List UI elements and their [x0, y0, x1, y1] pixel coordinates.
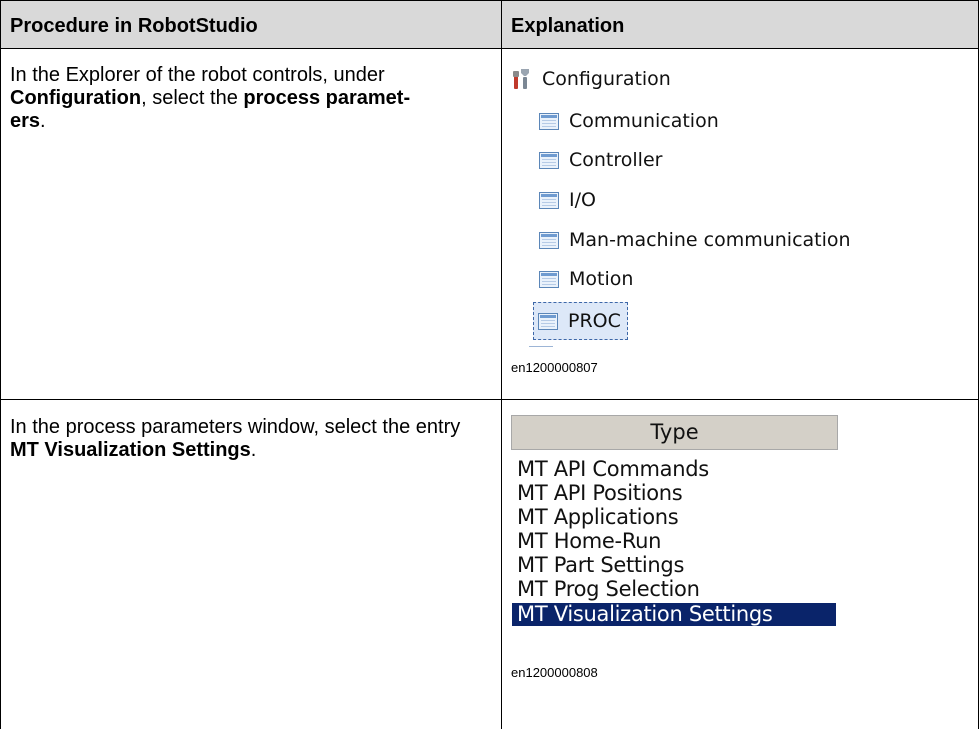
table-icon — [539, 270, 559, 288]
table-column-divider — [501, 0, 502, 729]
tree-item-label: Communication — [569, 110, 719, 132]
table-header-divider — [0, 48, 979, 49]
figure-caption: en1200000808 — [511, 665, 598, 680]
table-row-divider — [0, 399, 979, 400]
table-icon — [539, 151, 559, 169]
table-icon — [538, 312, 558, 330]
table-icon — [539, 112, 559, 130]
tree-node-label: Configuration — [542, 68, 671, 90]
list-item[interactable]: MT Home-Run — [517, 530, 661, 553]
configuration-tools-icon — [513, 69, 529, 89]
tree-item-io[interactable]: I/O — [539, 184, 596, 216]
row2-procedure-text: In the process parameters window, select… — [10, 416, 461, 461]
list-item[interactable]: MT Applications — [517, 506, 679, 529]
table-border-top — [0, 0, 979, 1]
list-item[interactable]: MT Prog Selection — [517, 578, 700, 601]
list-column-header[interactable]: Type — [511, 415, 838, 450]
tree-node-configuration[interactable]: Configuration — [511, 63, 671, 95]
tree-connector — [529, 346, 553, 347]
tree-item-label: I/O — [569, 189, 596, 211]
tree-item-man-machine-communication[interactable]: Man-machine communication — [539, 224, 851, 256]
tree-item-label: Man-machine communication — [569, 229, 851, 251]
tree-item-motion[interactable]: Motion — [539, 263, 633, 295]
list-item-selected[interactable]: MT Visualization Settings — [512, 603, 836, 626]
tree-item-proc[interactable]: PROC — [533, 302, 628, 340]
tree-item-label: Controller — [569, 149, 663, 171]
header-procedure: Procedure in RobotStudio — [10, 15, 258, 37]
header-explanation: Explanation — [511, 15, 625, 37]
figure-caption: en1200000807 — [511, 360, 598, 375]
tree-item-controller[interactable]: Controller — [539, 144, 662, 176]
list-item[interactable]: MT Part Settings — [517, 554, 684, 577]
table-icon — [539, 191, 559, 209]
tree-item-communication[interactable]: Communication — [539, 105, 719, 137]
row1-procedure-text: In the Explorer of the robot controls, u… — [10, 64, 411, 132]
table-icon — [539, 231, 559, 249]
list-item[interactable]: MT API Commands — [517, 458, 709, 481]
tree-item-label: PROC — [568, 310, 621, 332]
table-border-left — [0, 0, 1, 729]
tree-item-label: Motion — [569, 268, 634, 290]
configuration-tree: Configuration Communication Controller I… — [511, 63, 901, 353]
list-item[interactable]: MT API Positions — [517, 482, 683, 505]
